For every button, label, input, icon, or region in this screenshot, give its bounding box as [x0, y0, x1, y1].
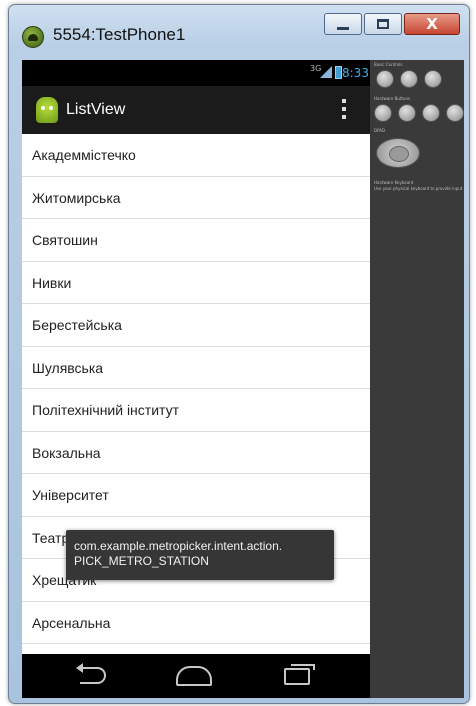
title-bar: 5554:TestPhone1 X [9, 5, 469, 61]
list-item[interactable]: Політехнічний інститут [22, 389, 370, 432]
list-item[interactable]: Вокзальна [22, 432, 370, 474]
maximize-button[interactable] [364, 13, 402, 35]
list-item[interactable]: Арсенальна [22, 602, 370, 644]
back-icon[interactable] [76, 663, 106, 684]
list-item[interactable]: Університет [22, 474, 370, 517]
status-time: 8:33 [342, 66, 369, 80]
hw-back-icon[interactable] [422, 104, 440, 122]
toast-message: com.example.metropicker.intent.action. P… [66, 530, 334, 580]
list-item[interactable]: Шулявська [22, 347, 370, 389]
android-app-icon [36, 97, 58, 123]
close-button[interactable]: X [404, 13, 460, 35]
toast-line-2: PICK_METRO_STATION [74, 554, 209, 568]
signal-icon [320, 66, 332, 78]
emulator-controls-panel: Basic Controls Hardware Buttons DPAD Har… [370, 60, 464, 698]
battery-icon [335, 66, 342, 79]
list-item[interactable]: Академмістечко [22, 134, 370, 177]
dpad-label: DPAD [374, 128, 386, 133]
keyboard-hint: Use your physical keyboard to provide in… [374, 186, 463, 191]
hw-search-icon[interactable] [446, 104, 464, 122]
list-item[interactable]: Святошин [22, 219, 370, 262]
basic-controls-label: Basic Controls [374, 62, 403, 67]
home-icon[interactable] [176, 666, 212, 686]
recent-apps-icon[interactable] [284, 664, 315, 685]
list-item[interactable]: Нивки [22, 262, 370, 304]
app-title: ListView [66, 101, 126, 118]
action-bar: ListView [22, 86, 370, 134]
status-bar: 3G 8:33 [22, 60, 370, 86]
hw-menu-icon[interactable] [398, 104, 416, 122]
hardware-buttons-label: Hardware Buttons [374, 96, 411, 101]
maximize-icon [377, 19, 389, 29]
minimize-icon [337, 26, 349, 30]
hw-home-icon[interactable] [374, 104, 392, 122]
overflow-menu-icon[interactable] [342, 99, 346, 121]
window-title: 5554:TestPhone1 [53, 25, 186, 44]
dpad-control[interactable] [376, 138, 420, 168]
volume-up-icon[interactable] [400, 70, 418, 88]
toast-line-1: com.example.metropicker.intent.action. [74, 539, 283, 553]
phone-screen: 3G 8:33 ListView Академмістечко Житомирс… [22, 60, 370, 698]
list-item[interactable]: Берестейська [22, 304, 370, 347]
hardware-keyboard-label: Hardware Keyboard [374, 180, 414, 185]
navigation-bar [22, 654, 370, 698]
power-icon[interactable] [424, 70, 442, 88]
minimize-button[interactable] [324, 13, 362, 35]
emulator-app-icon [22, 26, 44, 48]
volume-down-icon[interactable] [376, 70, 394, 88]
list-item[interactable]: Житомирська [22, 177, 370, 219]
